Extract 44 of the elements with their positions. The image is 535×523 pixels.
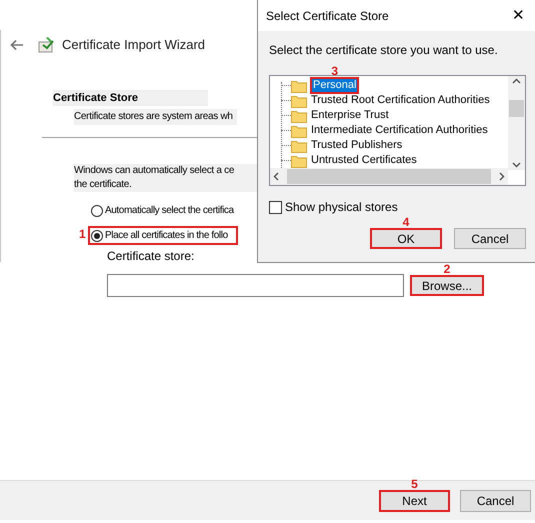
callout-number: 1	[79, 228, 86, 240]
intro-text: Windows can automatically select a ce the certificate.	[74, 164, 257, 192]
callout-number: 4	[402, 216, 410, 228]
scroll-right-icon[interactable]	[499, 172, 505, 181]
vertical-scrollbar[interactable]	[508, 76, 525, 170]
next-button[interactable]: Next	[379, 490, 450, 512]
section-heading: Certificate Store	[53, 90, 208, 106]
tree-item[interactable]: Enterprise Trust	[310, 109, 390, 122]
tree-item[interactable]: Personal	[310, 77, 360, 94]
certificate-icon	[38, 36, 56, 54]
horizontal-scrollbar[interactable]	[270, 168, 508, 185]
folder-icon	[291, 78, 307, 92]
callout-number: 3	[331, 65, 338, 77]
checkbox[interactable]	[269, 200, 282, 214]
radio-button[interactable]	[91, 230, 103, 242]
folder-icon	[291, 94, 307, 108]
scroll-thumb[interactable]	[509, 100, 524, 116]
tree-item[interactable]: Untrusted Certificates	[310, 154, 418, 167]
radio-option[interactable]: Automatically select the certifica	[88, 201, 242, 220]
folder-icon	[291, 108, 307, 122]
scroll-down-icon[interactable]	[512, 162, 521, 168]
back-arrow-icon[interactable]	[10, 39, 24, 51]
tree-item[interactable]: Trusted Publishers	[310, 139, 404, 152]
close-button[interactable]: ✕	[508, 8, 529, 23]
section-description: Certificate stores are system areas wh	[74, 109, 237, 125]
scroll-left-icon[interactable]	[273, 172, 279, 181]
callout-number: 5	[411, 478, 418, 490]
radio-option[interactable]: Place all certificates in the follo	[88, 226, 238, 245]
ok-button[interactable]: OK	[370, 228, 442, 249]
radio-button[interactable]	[91, 204, 103, 216]
dialog-prompt: Select the certificate store you want to use.	[269, 42, 498, 59]
browse-button[interactable]: Browse...	[410, 275, 484, 296]
certificate-store-field[interactable]	[107, 274, 404, 297]
scroll-up-icon[interactable]	[512, 78, 521, 84]
window-title: Certificate Import Wizard	[62, 36, 206, 54]
scroll-thumb[interactable]	[287, 169, 491, 184]
tree-item[interactable]: Intermediate Certification Authorities	[310, 124, 489, 137]
tree-item[interactable]: Trusted Root Certification Authorities	[310, 94, 491, 107]
field-label: Certificate store:	[107, 248, 194, 264]
cancel-button[interactable]: Cancel	[460, 490, 531, 512]
callout-number: 2	[444, 263, 450, 275]
dialog-title: Select Certificate Store	[266, 8, 389, 24]
cancel-button[interactable]: Cancel	[454, 228, 526, 249]
show-physical-stores-checkbox[interactable]: Show physical stores	[269, 198, 398, 216]
